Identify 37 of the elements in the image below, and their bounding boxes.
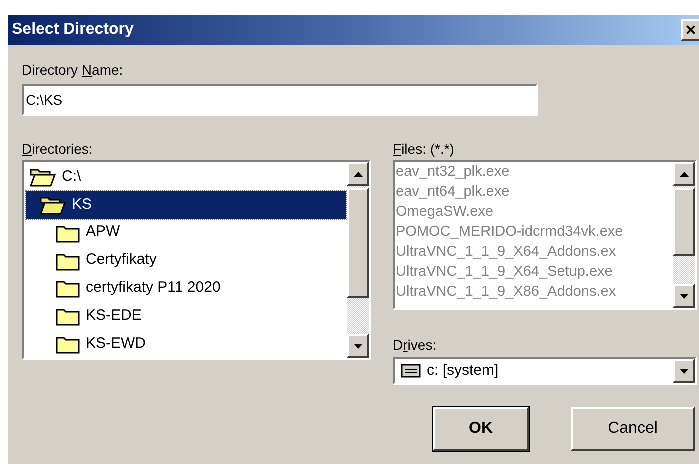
file-item: eav_nt32_plk.exe xyxy=(396,163,511,182)
file-item: UltraVNC_1_1_9_X64_Setup.exe xyxy=(396,263,614,282)
open-folder-icon xyxy=(30,166,56,187)
drive-icon xyxy=(401,364,421,378)
directory-item[interactable]: certyfikaty P11 2020 xyxy=(26,274,346,302)
directory-name-label: Directory Name: xyxy=(22,61,124,79)
directory-item[interactable]: Certyfikaty xyxy=(26,246,346,274)
scroll-down-button[interactable] xyxy=(673,359,695,383)
directory-item[interactable]: APW xyxy=(26,218,346,247)
file-item: OmegaSW.exe xyxy=(396,203,495,222)
scroll-down-button[interactable] xyxy=(347,334,369,358)
scroll-down-button[interactable] xyxy=(673,284,695,308)
down-arrow-icon xyxy=(354,344,362,348)
file-item: POMOC_MERIDO-idcrmd34vk.exe xyxy=(396,223,624,242)
down-arrow-icon xyxy=(680,368,688,374)
scroll-thumb[interactable] xyxy=(673,188,695,256)
close-button[interactable]: × xyxy=(681,19,699,41)
up-arrow-icon xyxy=(354,172,362,176)
drives-label: Drives: xyxy=(393,336,438,354)
directories-label: Directories: xyxy=(22,140,93,158)
open-folder-icon xyxy=(40,194,66,215)
files-label: Files: (*.*) xyxy=(393,140,454,158)
file-item: UltraVNC_1_1_9_X86_Addons.ex xyxy=(396,283,618,302)
window-title: Select Directory xyxy=(12,20,134,40)
dialog-button[interactable]: OK xyxy=(433,407,529,451)
directory-item[interactable]: KS-EDE xyxy=(26,302,346,330)
up-arrow-icon xyxy=(680,172,688,176)
scroll-thumb[interactable] xyxy=(347,188,369,298)
directory-item[interactable]: C:\ xyxy=(26,163,346,191)
dialog-button[interactable]: Cancel xyxy=(571,407,695,451)
directory-item[interactable]: KS xyxy=(26,190,346,219)
scroll-up-button[interactable] xyxy=(673,162,695,186)
scroll-up-button[interactable] xyxy=(347,162,369,186)
down-arrow-icon xyxy=(680,294,688,298)
directory-item[interactable]: KS-EWD xyxy=(26,330,346,358)
file-item: UltraVNC_1_1_9_X64_Addons.ex xyxy=(396,243,618,262)
file-item: eav_nt64_plk.exe xyxy=(396,183,511,202)
